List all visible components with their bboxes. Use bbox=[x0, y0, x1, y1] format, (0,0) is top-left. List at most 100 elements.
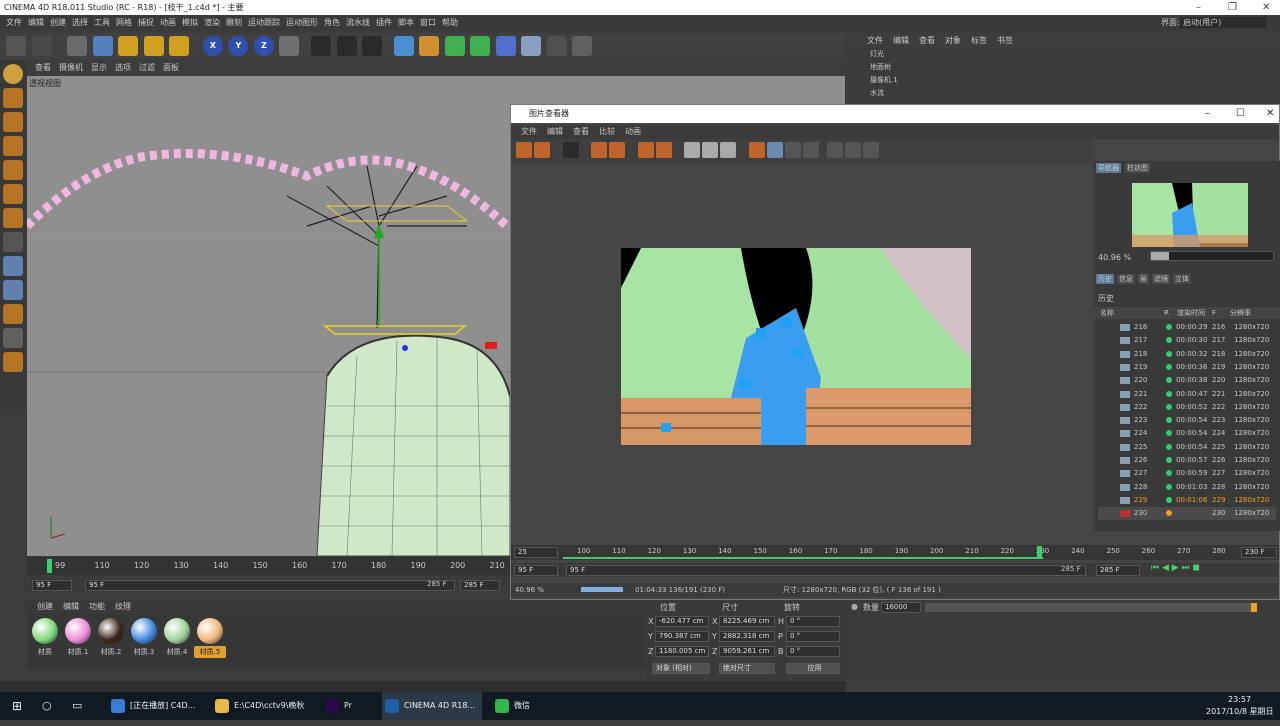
move-tool-icon[interactable] bbox=[92, 36, 113, 56]
history-row[interactable]: 223 00:00:54 223 1280x720 bbox=[1098, 414, 1276, 427]
compare-swap-icon[interactable] bbox=[720, 142, 737, 158]
viewer-menu-item[interactable]: 编辑 bbox=[547, 127, 563, 136]
history-row[interactable]: 224 00:00:54 224 1280x720 bbox=[1098, 427, 1276, 440]
history-row[interactable]: 221 00:00:47 221 1280x720 bbox=[1098, 388, 1276, 401]
pos-y-field[interactable]: 790.387 cm bbox=[655, 631, 709, 642]
history-row[interactable]: 216 00:00:29 216 1280x720 bbox=[1098, 321, 1276, 334]
magnet-icon[interactable] bbox=[3, 304, 23, 324]
subdivision-icon[interactable] bbox=[444, 36, 465, 56]
viewer-minimize-icon[interactable]: – bbox=[1205, 105, 1210, 123]
viewer-playhead[interactable] bbox=[1037, 546, 1042, 559]
restore-icon[interactable]: ❐ bbox=[1228, 0, 1237, 15]
history-row[interactable]: 225 00:00:54 225 1280x720 bbox=[1098, 441, 1276, 454]
model-mode-icon[interactable] bbox=[3, 88, 23, 108]
viewer-end-field[interactable]: 285 F bbox=[1096, 565, 1140, 576]
size-mode-select[interactable]: 绝对尺寸 bbox=[719, 663, 775, 674]
axis-y-button[interactable]: Y bbox=[228, 36, 249, 56]
scale-tool-icon[interactable] bbox=[118, 36, 139, 56]
navigator-tab[interactable]: 导航器 bbox=[1096, 163, 1121, 173]
viewer-timeline[interactable]: 25 100 110 120 130 140 150 160 170 180 190 200 210 22… bbox=[511, 545, 1279, 560]
object-menu-item[interactable]: 标签 bbox=[971, 36, 987, 45]
close-icon[interactable]: ✕ bbox=[1262, 0, 1270, 15]
viewer-menu-item[interactable]: 比较 bbox=[599, 127, 615, 136]
rot-p-field[interactable]: 0 ° bbox=[786, 631, 840, 642]
menu-item[interactable]: 流水线 bbox=[346, 18, 370, 27]
redo-icon[interactable] bbox=[31, 36, 52, 56]
taskbar-app[interactable]: Pr bbox=[322, 692, 362, 720]
viewer-timeline-end[interactable]: 230 F bbox=[1241, 547, 1277, 558]
pos-z-field[interactable]: 1180.005 cm bbox=[655, 646, 709, 657]
menu-item[interactable]: 脚本 bbox=[398, 18, 414, 27]
material-menu-item[interactable]: 纹理 bbox=[115, 602, 131, 611]
render-region-icon[interactable] bbox=[591, 142, 608, 158]
texture-mode-icon[interactable] bbox=[3, 112, 23, 132]
pos-x-field[interactable]: -620.477 cm bbox=[655, 616, 709, 627]
split-icon[interactable] bbox=[766, 142, 783, 158]
range-slider[interactable]: 95 F bbox=[85, 580, 455, 591]
viewport-menu-item[interactable]: 面板 bbox=[163, 63, 179, 72]
workplane-icon[interactable] bbox=[3, 136, 23, 156]
history-row[interactable]: 229 00:01:06 229 1280x720 bbox=[1098, 494, 1276, 507]
taskbar-app[interactable]: 微信 bbox=[492, 692, 552, 720]
size-z-field[interactable]: 9059.261 cm bbox=[719, 646, 775, 657]
menu-item[interactable]: 帮助 bbox=[442, 18, 458, 27]
history-row[interactable]: 220 00:00:38 220 1280x720 bbox=[1098, 374, 1276, 387]
taskbar-app[interactable]: E:\C4D\cctv9\晚秋 bbox=[212, 692, 317, 720]
save-icon[interactable] bbox=[534, 142, 550, 158]
light-icon[interactable] bbox=[572, 36, 593, 56]
viewport-menu-item[interactable]: 查看 bbox=[35, 63, 51, 72]
history-row[interactable]: 230 230 1280x720 bbox=[1098, 507, 1276, 521]
menu-item[interactable]: 工具 bbox=[94, 18, 110, 27]
zoom-slider[interactable] bbox=[1150, 251, 1274, 261]
tweak-icon[interactable] bbox=[3, 256, 23, 276]
search-icon[interactable]: ○ bbox=[42, 692, 52, 720]
rot-h-field[interactable]: 0 ° bbox=[786, 616, 840, 627]
viewer-close-icon[interactable]: ✕ bbox=[1266, 105, 1274, 123]
menu-item[interactable]: 动画 bbox=[160, 18, 176, 27]
menu-item[interactable]: 创建 bbox=[50, 18, 66, 27]
menu-item[interactable]: 网格 bbox=[116, 18, 132, 27]
menu-item[interactable]: 插件 bbox=[376, 18, 392, 27]
object-menu-item[interactable]: 编辑 bbox=[893, 36, 909, 45]
material-menu-item[interactable]: 编辑 bbox=[63, 602, 79, 611]
count-field[interactable]: 16000 bbox=[881, 602, 921, 613]
render-picture-viewer-icon[interactable] bbox=[336, 36, 357, 56]
history-row[interactable]: 222 00:00:52 222 1280x720 bbox=[1098, 401, 1276, 414]
cloner-icon[interactable] bbox=[470, 36, 491, 56]
b-icon[interactable] bbox=[802, 142, 819, 158]
world-icon[interactable] bbox=[279, 36, 300, 56]
object-row[interactable]: 地面树 bbox=[856, 61, 1280, 74]
history-row[interactable]: 219 00:00:36 219 1280x720 bbox=[1098, 361, 1276, 374]
material-swatch[interactable]: 材质.3 bbox=[128, 618, 160, 658]
history-row[interactable]: 228 00:01:03 228 1280x720 bbox=[1098, 481, 1276, 494]
material-swatch[interactable]: 材质.2 bbox=[95, 618, 127, 658]
windows-start-icon[interactable]: ⊞ bbox=[12, 692, 22, 720]
axis-x-button[interactable]: X bbox=[202, 36, 223, 56]
menu-item[interactable]: 模拟 bbox=[182, 18, 198, 27]
point-mode-icon[interactable] bbox=[3, 160, 23, 180]
cube-icon[interactable] bbox=[393, 36, 414, 56]
viewport-menu-item[interactable]: 选项 bbox=[115, 63, 131, 72]
material-menu-item[interactable]: 功能 bbox=[89, 602, 105, 611]
grid-icon[interactable] bbox=[3, 328, 23, 348]
menu-item[interactable]: 捕捉 bbox=[138, 18, 154, 27]
history-tab[interactable]: 立体 bbox=[1173, 274, 1191, 284]
minimize-icon[interactable]: – bbox=[1196, 0, 1201, 15]
render-settings-icon[interactable] bbox=[362, 36, 383, 56]
axis-z-button[interactable]: Z bbox=[253, 36, 274, 56]
menu-item[interactable]: 角色 bbox=[324, 18, 340, 27]
playback-controls[interactable]: ⏮ ◀ ▶ ⏭ ◼ bbox=[1151, 563, 1200, 573]
viewport-menu-item[interactable]: 显示 bbox=[91, 63, 107, 72]
rot-b-field[interactable]: 0 ° bbox=[786, 646, 840, 657]
compare-b-icon[interactable] bbox=[702, 142, 719, 158]
filter-3-icon[interactable] bbox=[863, 142, 880, 158]
history-tab[interactable]: 历史 bbox=[1096, 274, 1114, 284]
viewer-menu-item[interactable]: 文件 bbox=[521, 127, 537, 136]
size-x-field[interactable]: 8225.469 cm bbox=[719, 616, 775, 627]
history-row[interactable]: 226 00:00:57 226 1280x720 bbox=[1098, 454, 1276, 467]
snap-icon[interactable] bbox=[3, 280, 23, 300]
menu-item[interactable]: 雕刻 bbox=[226, 18, 242, 27]
material-swatch[interactable]: 材质 bbox=[29, 618, 61, 658]
coord-mode-select[interactable]: 对象 (相对) bbox=[652, 663, 710, 674]
viewer-timeline-start[interactable]: 25 bbox=[514, 547, 558, 558]
